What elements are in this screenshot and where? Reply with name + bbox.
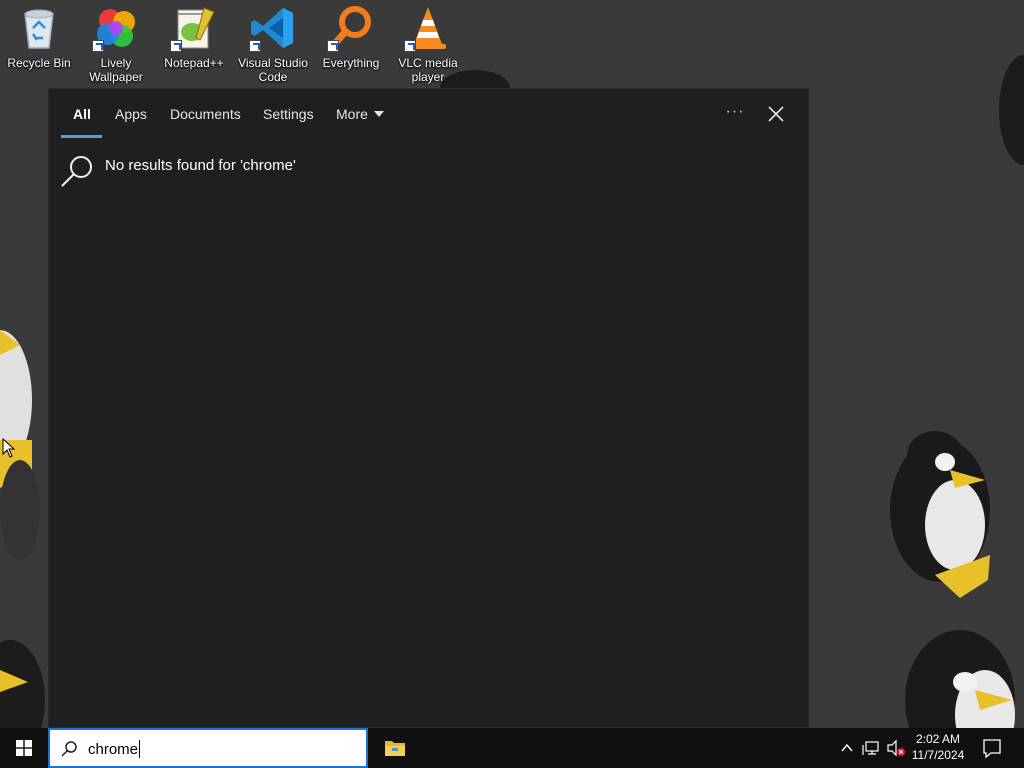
tab-settings[interactable]: Settings <box>263 106 314 122</box>
mouse-cursor-icon <box>2 438 16 458</box>
tab-documents[interactable]: Documents <box>170 106 241 122</box>
shortcut-arrow-icon <box>170 40 182 52</box>
taskbar-search-box[interactable] <box>48 728 368 768</box>
desktop-icon-lively-wallpaper[interactable]: Lively Wallpaper <box>77 4 155 90</box>
taskbar: 2:02 AM 11/7/2024 <box>0 728 1024 768</box>
lively-wallpaper-icon <box>92 4 140 52</box>
desktop-icon-label: VLC media player <box>398 56 458 84</box>
tab-apps[interactable]: Apps <box>115 106 147 122</box>
notification-center-icon[interactable] <box>980 736 1004 760</box>
vscode-icon <box>249 4 297 52</box>
shortcut-arrow-icon <box>92 40 104 52</box>
text-caret <box>139 740 140 758</box>
clock[interactable]: 2:02 AM 11/7/2024 <box>906 731 970 763</box>
file-explorer-button[interactable] <box>374 728 416 768</box>
desktop-icon-label: Recycle Bin <box>7 56 71 70</box>
close-button[interactable] <box>765 103 787 125</box>
search-icon <box>61 156 92 187</box>
network-icon[interactable] <box>862 739 880 757</box>
shortcut-arrow-icon <box>249 40 261 52</box>
tab-all[interactable]: All <box>73 106 91 122</box>
desktop-icon-label: Visual Studio Code <box>238 56 308 84</box>
desktop-icon-label: Lively Wallpaper <box>89 56 143 84</box>
clock-date: 11/7/2024 <box>911 748 965 762</box>
volume-muted-icon[interactable] <box>886 739 906 757</box>
vlc-icon <box>404 4 452 52</box>
search-icon <box>61 741 77 757</box>
desktop-icon-notepadpp[interactable]: Notepad++ <box>155 4 233 90</box>
close-icon <box>768 106 784 122</box>
recycle-bin-icon <box>15 4 63 52</box>
start-button[interactable] <box>0 728 48 768</box>
no-results-text: No results found for 'chrome' <box>105 157 296 174</box>
desktop-icon-label: Everything <box>322 56 380 70</box>
search-input[interactable] <box>88 739 348 759</box>
file-explorer-icon <box>385 741 405 756</box>
search-panel: All Apps Documents Settings More ··· No … <box>48 88 809 728</box>
tab-more[interactable]: More <box>336 106 384 122</box>
search-tabs: All Apps Documents Settings More ··· <box>49 89 808 139</box>
desktop-icon-vlc[interactable]: VLC media player <box>389 4 467 90</box>
shortcut-arrow-icon <box>404 40 416 52</box>
desktop-icons: Recycle Bin Lively Wallpaper Notepad++ V… <box>0 0 470 90</box>
show-hidden-icons-chevron-icon[interactable] <box>840 739 854 757</box>
desktop-icon-vscode[interactable]: Visual Studio Code <box>234 4 312 90</box>
shortcut-arrow-icon <box>327 40 339 52</box>
clock-time: 2:02 AM <box>915 732 961 746</box>
desktop-icon-recycle-bin[interactable]: Recycle Bin <box>0 4 78 90</box>
desktop-icon-label: Notepad++ <box>164 56 224 70</box>
caret-down-icon <box>373 111 384 117</box>
tab-more-label: More <box>336 106 368 122</box>
everything-icon <box>327 4 375 52</box>
active-tab-indicator <box>61 135 102 138</box>
windows-logo-icon <box>16 740 32 756</box>
more-options-button[interactable]: ··· <box>721 103 749 123</box>
desktop-icon-everything[interactable]: Everything <box>312 4 390 90</box>
no-results-message: No results found for 'chrome' <box>59 153 459 189</box>
notepadpp-icon <box>170 4 218 52</box>
